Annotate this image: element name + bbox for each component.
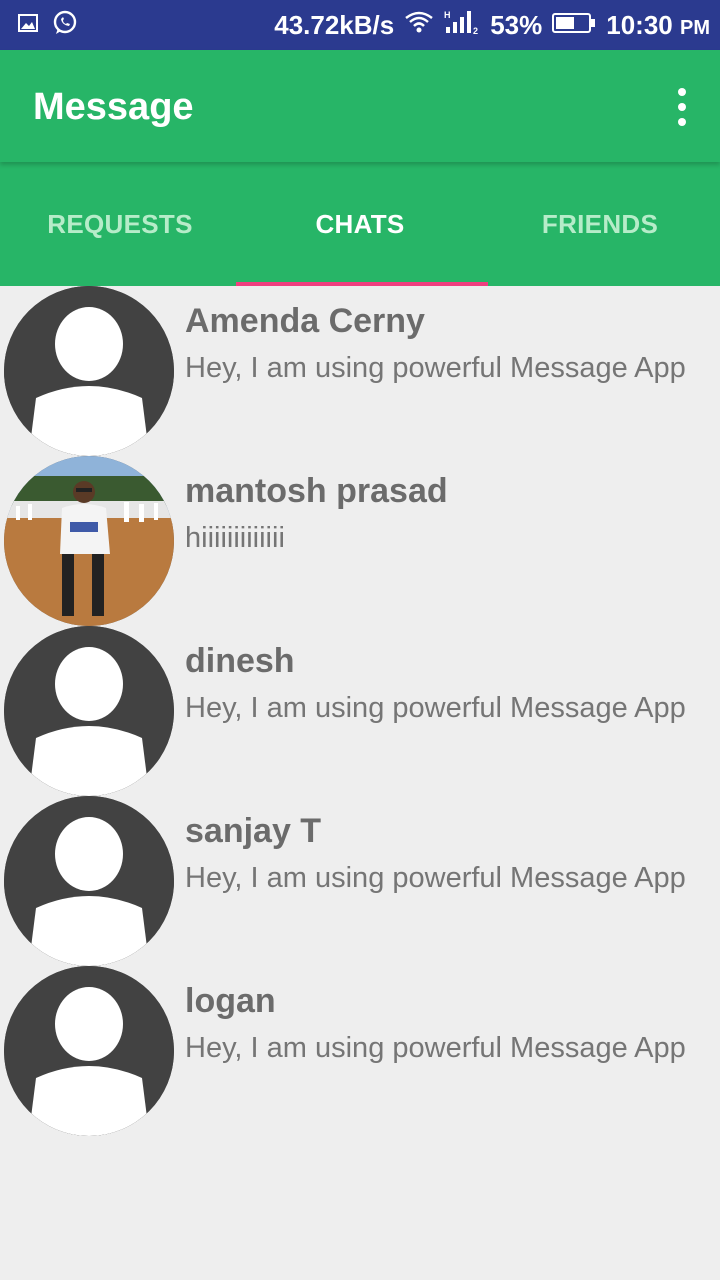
svg-text:H: H <box>444 10 451 20</box>
default-avatar-icon[interactable] <box>4 966 174 1136</box>
more-vert-dot <box>678 103 686 111</box>
whatsapp-icon <box>52 10 78 41</box>
contact-status: hiiiiiiiiiiiii <box>185 522 285 554</box>
contact-status: Hey, I am using powerful Message App <box>185 352 686 384</box>
contact-name: Amenda Cerny <box>185 302 425 340</box>
battery-icon <box>552 10 596 41</box>
clock: 10:30 PM <box>606 10 710 41</box>
tab-chats[interactable]: CHATS <box>240 162 480 286</box>
network-speed: 43.72kB/s <box>274 9 395 40</box>
app-title: Message <box>33 86 194 128</box>
chat-item[interactable]: sanjay T Hey, I am using powerful Messag… <box>0 796 720 966</box>
battery-percent: 53% <box>490 9 543 40</box>
svg-text:2: 2 <box>473 26 478 35</box>
clock-ampm: PM <box>680 16 710 39</box>
default-avatar-icon[interactable] <box>4 286 174 456</box>
contact-name: sanjay T <box>185 812 322 850</box>
status-bar: 43.72kB/s H2 53% 10:30 PM <box>0 0 720 50</box>
chat-item[interactable]: dinesh Hey, I am using powerful Message … <box>0 626 720 796</box>
overflow-menu-button[interactable] <box>670 88 694 126</box>
image-icon <box>18 13 38 38</box>
contact-status: Hey, I am using powerful Message App <box>185 692 686 724</box>
signal-icon: H2 <box>444 9 480 42</box>
contact-name: dinesh <box>185 642 295 680</box>
tab-bar: REQUESTS CHATS FRIENDS <box>0 162 720 286</box>
chat-item[interactable]: logan Hey, I am using powerful Message A… <box>0 966 720 1136</box>
more-vert-icon <box>678 88 686 96</box>
tab-friends[interactable]: FRIENDS <box>480 162 720 286</box>
tab-requests[interactable]: REQUESTS <box>0 162 240 286</box>
contact-name: logan <box>185 982 276 1020</box>
clock-time: 10:30 <box>606 9 673 40</box>
contact-photo-avatar[interactable] <box>4 456 174 626</box>
chat-item[interactable]: Amenda Cerny Hey, I am using powerful Me… <box>0 286 720 456</box>
contact-status: Hey, I am using powerful Message App <box>185 1032 686 1064</box>
default-avatar-icon[interactable] <box>4 796 174 966</box>
contact-name: mantosh prasad <box>185 472 448 510</box>
app-bar: Message <box>0 50 720 162</box>
wifi-icon <box>404 10 434 41</box>
chat-list: Amenda Cerny Hey, I am using powerful Me… <box>0 286 720 1136</box>
chat-item[interactable]: mantosh prasad hiiiiiiiiiiiii <box>0 456 720 626</box>
contact-status: Hey, I am using powerful Message App <box>185 862 686 894</box>
more-vert-dot <box>678 118 686 126</box>
default-avatar-icon[interactable] <box>4 626 174 796</box>
